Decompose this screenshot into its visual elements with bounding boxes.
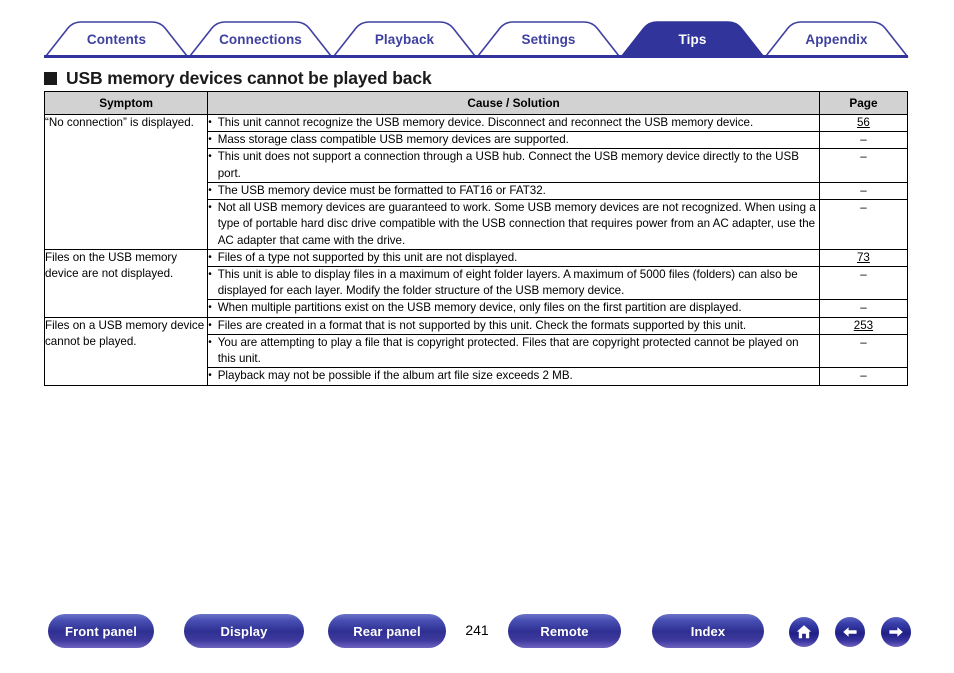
page-number: 241 [465, 622, 489, 638]
cause-solution-cell: • This unit cannot recognize the USB memo… [207, 113, 820, 133]
bullet-icon: • [208, 184, 212, 196]
display-button[interactable]: Display [184, 614, 304, 648]
bullet-icon: • [208, 117, 212, 128]
page-none: – [860, 369, 867, 383]
bullet-icon: • [208, 202, 212, 214]
page-reference-cell: – [818, 199, 909, 250]
column-header-symptom: Symptom [43, 91, 209, 115]
page-reference-cell: – [818, 299, 909, 318]
cause-solution-cell: • Files are created in a format that is n… [207, 316, 820, 335]
page-reference-cell: – [818, 131, 909, 150]
home-button[interactable] [789, 617, 819, 647]
tab-appendix[interactable] [766, 22, 907, 56]
page-reference-cell: – [818, 265, 909, 301]
cause-solution-text: You are attempting to play a file that i… [217, 335, 799, 366]
cause-solution-text: Files are created in a format that is no… [217, 318, 747, 332]
page-reference-cell: – [818, 333, 909, 369]
forward-button[interactable] [881, 617, 911, 647]
table-header-row: Symptom Cause / Solution Page [43, 91, 909, 115]
table-row: Files on the USB memory device are not d… [43, 248, 909, 318]
square-bullet-icon [44, 72, 57, 85]
troubleshooting-table-wrap: Symptom Cause / Solution Page “No connec… [43, 91, 909, 386]
bullet-icon: • [208, 134, 212, 146]
page-reference-cell: – [818, 181, 909, 201]
symptom-cell: “No connection” is displayed. [43, 114, 209, 250]
page-none: – [860, 267, 867, 281]
cause-solution-cell: • You are attempting to play a file that … [207, 333, 820, 369]
tab-playback[interactable] [334, 22, 475, 56]
index-label: Index [690, 623, 726, 639]
bullet-icon: • [208, 319, 212, 331]
rear-panel-button[interactable]: Rear panel [328, 614, 446, 648]
rear-panel-label: Rear panel [353, 623, 421, 639]
bullet-icon: • [208, 336, 212, 348]
cause-solution-cell: • Playback may not be possible if the alb… [207, 367, 820, 386]
cause-solution-text: This unit does not support a connection … [217, 150, 799, 180]
page-link[interactable]: 253 [854, 319, 873, 332]
page-link[interactable]: 73 [857, 251, 870, 264]
bullet-icon: • [208, 268, 212, 280]
cause-solution-cell: • Files of a type not supported by this u… [207, 248, 820, 267]
cause-solution-cell: • When multiple partitions exist on the U… [207, 299, 820, 318]
remote-label: Remote [540, 623, 589, 639]
table-row: “No connection” is displayed. • This unit … [43, 113, 909, 250]
page-reference-cell[interactable]: 56 [818, 113, 909, 133]
tab-settings[interactable] [478, 22, 619, 56]
tab-tips[interactable] [622, 22, 763, 56]
tab-connections[interactable] [190, 22, 331, 56]
cause-solution-cell: • Mass storage class compatible USB memor… [207, 131, 820, 150]
cause-solution-text: This unit cannot recognize the USB memor… [217, 116, 754, 129]
cause-solution-cell: • Not all USB memory devices are guarante… [207, 199, 820, 250]
bullet-icon: • [208, 370, 212, 382]
arrow-right-icon [889, 627, 903, 637]
cause-solution-cell: • The USB memory device must be formatted… [207, 181, 820, 201]
column-header-page: Page [818, 91, 909, 115]
column-header-cause: Cause / Solution [207, 91, 820, 115]
remote-button[interactable]: Remote [508, 614, 621, 648]
cause-solution-text: This unit is able to display files in a … [217, 267, 798, 298]
cause-solution-text: The USB memory device must be formatted … [217, 183, 546, 197]
page-reference-cell[interactable]: 73 [818, 248, 909, 267]
cause-solution-cell: • This unit does not support a connection… [207, 148, 820, 183]
bullet-icon: • [208, 251, 212, 263]
tab-contents[interactable] [46, 22, 187, 56]
bullet-icon: • [208, 302, 212, 314]
page-title: USB memory devices cannot be played back [44, 68, 432, 89]
cause-solution-text: Not all USB memory devices are guarantee… [217, 201, 816, 247]
page-none: – [860, 150, 867, 164]
symptom-cell: Files on a USB memory device cannot be p… [43, 316, 209, 386]
cause-solution-text: Mass storage class compatible USB memory… [217, 133, 569, 147]
cause-solution-text: When multiple partitions exist on the US… [217, 301, 742, 315]
table-body: “No connection” is displayed. • This unit … [43, 113, 909, 386]
arrow-left-icon [843, 627, 857, 637]
page-none: – [860, 183, 867, 197]
page-link[interactable]: 56 [857, 116, 870, 129]
footer-nav: Front panel Display Rear panel 241 Remot… [0, 614, 954, 662]
page-reference-cell: – [818, 367, 909, 386]
back-button[interactable] [835, 617, 865, 647]
index-button[interactable]: Index [652, 614, 764, 648]
troubleshooting-table: Symptom Cause / Solution Page “No connec… [43, 91, 909, 386]
front-panel-button[interactable]: Front panel [48, 614, 154, 648]
page-reference-cell[interactable]: 253 [818, 316, 909, 335]
page-title-text: USB memory devices cannot be played back [66, 68, 432, 88]
bullet-icon: • [208, 151, 212, 163]
cause-solution-text: Files of a type not supported by this un… [217, 250, 518, 264]
page-none: – [860, 335, 867, 349]
page-none: – [860, 301, 867, 315]
table-row: Files on a USB memory device cannot be p… [43, 316, 909, 386]
cause-solution-text: Playback may not be possible if the albu… [217, 369, 573, 383]
page-reference-cell: – [818, 148, 909, 183]
cause-solution-cell: • This unit is able to display files in a… [207, 265, 820, 301]
home-icon [796, 625, 812, 639]
page-none: – [860, 201, 867, 215]
page-none: – [860, 133, 867, 147]
display-label: Display [220, 623, 268, 639]
symptom-cell: Files on the USB memory device are not d… [43, 248, 209, 318]
front-panel-label: Front panel [65, 623, 137, 639]
